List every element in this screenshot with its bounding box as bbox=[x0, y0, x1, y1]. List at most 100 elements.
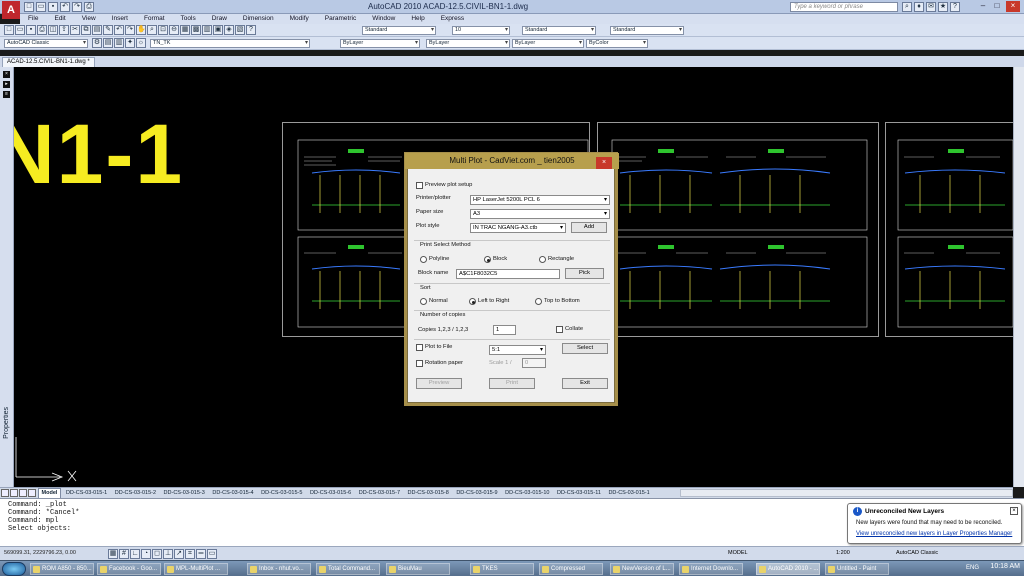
workspace-dropdown[interactable]: AutoCAD Classic bbox=[4, 39, 88, 48]
taskbar-item[interactable]: BieuMau bbox=[386, 563, 450, 575]
help-icon[interactable]: ? bbox=[950, 2, 960, 12]
coordinates-readout[interactable]: 569099.31, 2229796.23, 0.00 bbox=[4, 550, 76, 556]
taskbar-item[interactable]: Inbox - nhut.vo... bbox=[247, 563, 311, 575]
lwt-icon[interactable]: ═ bbox=[196, 549, 206, 559]
tab-layout[interactable]: DD-CS-03-015-7 bbox=[356, 489, 403, 498]
tab-layout[interactable]: DD-CS-03-015-10 bbox=[502, 489, 552, 498]
ratio-select[interactable]: 5:1 bbox=[489, 345, 546, 355]
qp-icon[interactable]: ▭ bbox=[207, 549, 217, 559]
block-name-input[interactable]: A$C1F8032C5 bbox=[456, 269, 560, 279]
subscription-icon[interactable]: ♦ bbox=[914, 2, 924, 12]
taskbar-item[interactable]: ROM A850 - 850... bbox=[30, 563, 94, 575]
tab-layout[interactable]: DD-CS-03-015-8 bbox=[405, 489, 452, 498]
taskbar-item[interactable]: Facebook - Goo... bbox=[97, 563, 161, 575]
tab-layout[interactable]: DD-CS-03-015-1 bbox=[605, 489, 652, 498]
taskbar-item[interactable]: Compressed bbox=[539, 563, 603, 575]
rotation-checkbox[interactable] bbox=[416, 360, 423, 367]
menu-dimension[interactable]: Dimension bbox=[235, 14, 282, 24]
panel-menu-icon[interactable]: ≡ bbox=[3, 91, 10, 98]
first-tab-icon[interactable] bbox=[1, 489, 9, 497]
last-tab-icon[interactable] bbox=[28, 489, 36, 497]
redo-icon[interactable]: ↷ bbox=[125, 25, 135, 35]
save-icon[interactable]: ▪ bbox=[26, 25, 36, 35]
menu-file[interactable]: File bbox=[20, 14, 46, 24]
gear-icon[interactable]: ⚙ bbox=[92, 38, 102, 48]
balloon-link[interactable]: View unreconciled new layers in Layer Pr… bbox=[856, 531, 1012, 537]
layer-state-icon[interactable]: ▥ bbox=[114, 38, 124, 48]
paste-icon[interactable]: ▤ bbox=[92, 25, 102, 35]
plot-icon[interactable]: ⎙ bbox=[37, 25, 47, 35]
layer-properties-icon[interactable]: ▤ bbox=[103, 38, 113, 48]
collate-checkbox[interactable] bbox=[556, 326, 563, 333]
tab-model[interactable]: Model bbox=[37, 488, 62, 498]
rectangle-radio[interactable] bbox=[539, 256, 546, 263]
taskbar-item[interactable]: MPL-MultiPlot ... bbox=[164, 563, 228, 575]
menu-insert[interactable]: Insert bbox=[104, 14, 136, 24]
menu-view[interactable]: View bbox=[74, 14, 104, 24]
next-tab-icon[interactable] bbox=[19, 489, 27, 497]
favorites-icon[interactable]: ★ bbox=[938, 2, 948, 12]
menu-help[interactable]: Help bbox=[403, 14, 432, 24]
vertical-scrollbar[interactable] bbox=[1013, 67, 1024, 487]
polar-icon[interactable]: ◔ bbox=[141, 549, 151, 559]
color-dropdown[interactable]: ByLayer bbox=[340, 39, 420, 48]
communication-icon[interactable]: ✉ bbox=[926, 2, 936, 12]
close-icon[interactable]: × bbox=[1006, 1, 1020, 12]
add-button[interactable]: Add bbox=[571, 222, 607, 233]
taskbar-item[interactable]: Untitled - Paint bbox=[825, 563, 889, 575]
table-style-dropdown[interactable]: Standard bbox=[610, 26, 684, 35]
search-icon[interactable]: ⌕ bbox=[902, 2, 912, 12]
taskbar-item[interactable]: NewVersion of L... bbox=[610, 563, 674, 575]
minimize-icon[interactable]: – bbox=[976, 1, 990, 12]
taskbar-item[interactable]: Internet Downlo... bbox=[679, 563, 743, 575]
otrack-icon[interactable]: ⊥ bbox=[163, 549, 173, 559]
menu-draw[interactable]: Draw bbox=[204, 14, 235, 24]
exit-button[interactable]: Exit bbox=[562, 378, 608, 389]
prev-tab-icon[interactable] bbox=[10, 489, 18, 497]
search-input[interactable]: Type a keyword or phrase bbox=[790, 2, 898, 12]
sun-icon[interactable]: ☼ bbox=[136, 38, 146, 48]
tab-layout[interactable]: DD-CS-03-015-11 bbox=[554, 489, 604, 498]
polyline-radio[interactable] bbox=[420, 256, 427, 263]
sort-normal-radio[interactable] bbox=[420, 298, 427, 305]
menu-window[interactable]: Window bbox=[364, 14, 403, 24]
layer-dropdown[interactable]: TN_TK bbox=[150, 39, 310, 48]
taskbar-item[interactable]: AutoCAD 2010 - ... bbox=[756, 563, 820, 575]
autohide-icon[interactable]: ▸ bbox=[3, 81, 10, 88]
sort-ltr-radio[interactable] bbox=[469, 298, 476, 305]
preview-setup-checkbox[interactable] bbox=[416, 182, 423, 189]
matchprop-icon[interactable]: ✎ bbox=[103, 25, 113, 35]
lineweight-dropdown[interactable]: ByLayer bbox=[512, 39, 584, 48]
autocad-logo-icon[interactable]: A bbox=[2, 1, 20, 19]
start-button[interactable] bbox=[2, 562, 26, 576]
new-icon[interactable]: □ bbox=[24, 2, 34, 12]
dyn-icon[interactable]: ⌗ bbox=[185, 549, 195, 559]
close-icon[interactable]: × bbox=[1010, 507, 1018, 515]
menu-format[interactable]: Format bbox=[136, 14, 173, 24]
menu-modify[interactable]: Modify bbox=[282, 14, 317, 24]
model-space-toggle[interactable]: MODEL bbox=[728, 550, 748, 556]
help-icon[interactable]: ? bbox=[246, 25, 256, 35]
osnap-icon[interactable]: ◻ bbox=[152, 549, 162, 559]
quickcalc-icon[interactable]: ▧ bbox=[235, 25, 245, 35]
tab-layout[interactable]: DD-CS-03-015-1 bbox=[63, 489, 110, 498]
zoom-window-icon[interactable]: ⊡ bbox=[158, 25, 168, 35]
taskbar-item[interactable]: TKES bbox=[470, 563, 534, 575]
open-icon[interactable]: ▭ bbox=[36, 2, 46, 12]
preview-button[interactable]: Preview bbox=[416, 378, 462, 389]
paper-size-select[interactable]: A3 bbox=[470, 209, 610, 219]
toolpalettes-icon[interactable]: ▥ bbox=[202, 25, 212, 35]
dialog-close-button[interactable]: × bbox=[596, 157, 612, 169]
cut-icon[interactable]: ✂ bbox=[70, 25, 80, 35]
sort-ttb-radio[interactable] bbox=[535, 298, 542, 305]
close-panel-icon[interactable]: × bbox=[3, 71, 10, 78]
maximize-icon[interactable]: □ bbox=[990, 1, 1004, 12]
qnew-icon[interactable]: □ bbox=[4, 25, 14, 35]
menu-edit[interactable]: Edit bbox=[46, 14, 73, 24]
menu-tools[interactable]: Tools bbox=[173, 14, 204, 24]
properties-panel-label[interactable]: Properties bbox=[3, 407, 10, 439]
pan-icon[interactable]: ✋ bbox=[136, 25, 146, 35]
taskbar-item[interactable]: Total Command... bbox=[316, 563, 380, 575]
tab-layout[interactable]: DD-CS-03-015-4 bbox=[209, 489, 256, 498]
tab-layout[interactable]: DD-CS-03-015-2 bbox=[112, 489, 159, 498]
